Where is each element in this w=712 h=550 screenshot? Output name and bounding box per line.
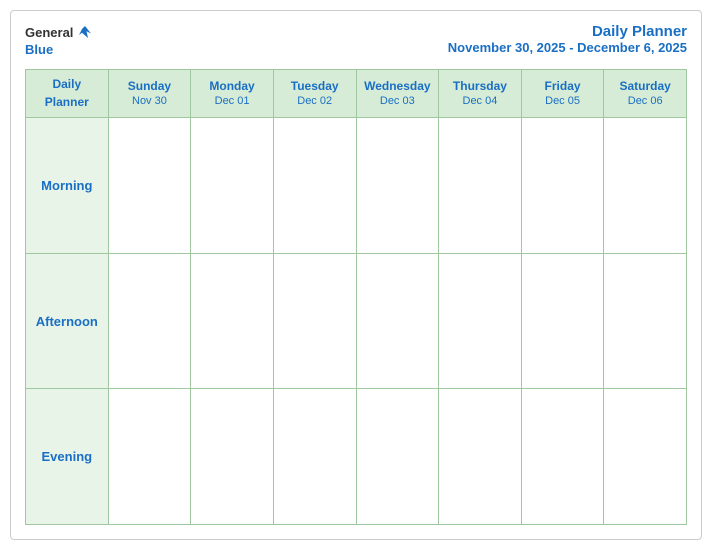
row-label-morning: Morning (26, 118, 109, 254)
col-date-monday: Dec 01 (193, 94, 271, 109)
cell-evening-thursday[interactable] (439, 389, 522, 525)
col-header-thursday: Thursday Dec 04 (439, 70, 522, 118)
col-day-friday: Friday (524, 78, 602, 94)
cell-evening-wednesday[interactable] (356, 389, 439, 525)
col-day-wednesday: Wednesday (359, 78, 437, 94)
col-planner-line1: Daily (52, 77, 81, 91)
col-header-planner: Daily Planner (26, 70, 109, 118)
col-header-friday: Friday Dec 05 (521, 70, 604, 118)
logo-blue: Blue (25, 42, 53, 57)
planner-subtitle: November 30, 2025 - December 6, 2025 (448, 40, 687, 55)
planner-page: General Blue Daily Planner November 30, … (10, 10, 702, 540)
col-day-saturday: Saturday (606, 78, 684, 94)
col-header-tuesday: Tuesday Dec 02 (273, 70, 356, 118)
cell-evening-friday[interactable] (521, 389, 604, 525)
cell-afternoon-wednesday[interactable] (356, 253, 439, 389)
header-right: Daily Planner November 30, 2025 - Decemb… (448, 23, 687, 55)
col-day-monday: Monday (193, 78, 271, 94)
row-afternoon: Afternoon (26, 253, 687, 389)
cell-afternoon-tuesday[interactable] (273, 253, 356, 389)
header: General Blue Daily Planner November 30, … (25, 23, 687, 59)
logo-general: General (25, 25, 73, 40)
col-day-thursday: Thursday (441, 78, 519, 94)
cell-evening-tuesday[interactable] (273, 389, 356, 525)
cell-afternoon-saturday[interactable] (604, 253, 687, 389)
cell-morning-monday[interactable] (191, 118, 274, 254)
cell-afternoon-thursday[interactable] (439, 253, 522, 389)
col-header-wednesday: Wednesday Dec 03 (356, 70, 439, 118)
cell-morning-tuesday[interactable] (273, 118, 356, 254)
col-date-wednesday: Dec 03 (359, 94, 437, 109)
col-date-tuesday: Dec 02 (276, 94, 354, 109)
logo-area: General Blue (25, 23, 94, 59)
cell-afternoon-sunday[interactable] (108, 253, 191, 389)
cell-morning-friday[interactable] (521, 118, 604, 254)
cell-evening-monday[interactable] (191, 389, 274, 525)
cell-afternoon-monday[interactable] (191, 253, 274, 389)
planner-title: Daily Planner (448, 23, 687, 40)
cell-afternoon-friday[interactable] (521, 253, 604, 389)
row-morning: Morning (26, 118, 687, 254)
col-date-saturday: Dec 06 (606, 94, 684, 109)
col-date-thursday: Dec 04 (441, 94, 519, 109)
cell-evening-saturday[interactable] (604, 389, 687, 525)
col-day-tuesday: Tuesday (276, 78, 354, 94)
cell-morning-wednesday[interactable] (356, 118, 439, 254)
col-header-saturday: Saturday Dec 06 (604, 70, 687, 118)
row-label-evening: Evening (26, 389, 109, 525)
col-date-sunday: Nov 30 (111, 94, 189, 109)
cell-morning-sunday[interactable] (108, 118, 191, 254)
col-planner-line2: Planner (45, 95, 89, 109)
col-header-monday: Monday Dec 01 (191, 70, 274, 118)
col-header-sunday: Sunday Nov 30 (108, 70, 191, 118)
col-day-sunday: Sunday (111, 78, 189, 94)
logo-text: General (25, 23, 94, 41)
col-date-friday: Dec 05 (524, 94, 602, 109)
row-label-afternoon: Afternoon (26, 253, 109, 389)
row-evening: Evening (26, 389, 687, 525)
logo-blue-text: Blue (25, 41, 53, 59)
cell-morning-thursday[interactable] (439, 118, 522, 254)
cell-evening-sunday[interactable] (108, 389, 191, 525)
cell-morning-saturday[interactable] (604, 118, 687, 254)
calendar-table: Daily Planner Sunday Nov 30 Monday Dec 0… (25, 69, 687, 525)
logo-bird-icon (76, 23, 94, 41)
